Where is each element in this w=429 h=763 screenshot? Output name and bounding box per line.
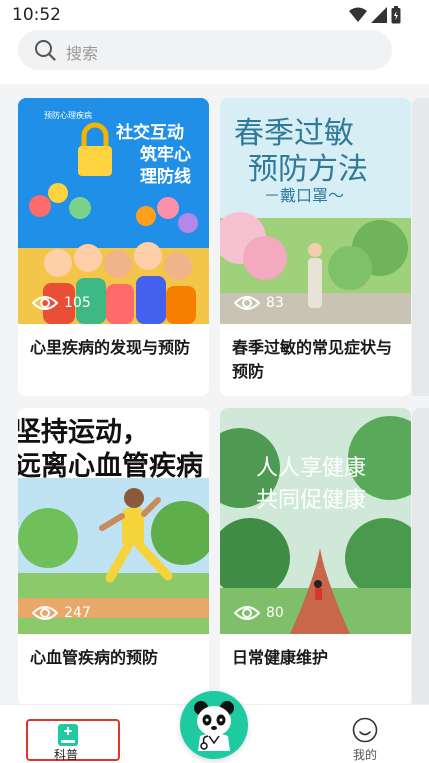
view-count-value: 83 [266, 295, 284, 311]
view-count-value: 105 [64, 295, 91, 311]
article-card[interactable]: 春季过敏 预防方法 －戴口罩～ 83 春季过敏的常见症状与预防 [220, 98, 411, 396]
nav-item-mine[interactable]: 我的 [348, 717, 382, 762]
battery-icon [391, 6, 401, 24]
search-area: 搜索 [0, 30, 429, 84]
search-placeholder: 搜索 [66, 44, 99, 63]
image-headline: 理防线 [140, 167, 191, 187]
view-count-value: 80 [266, 605, 284, 621]
edge-card-peek [412, 408, 429, 706]
image-headline: 远离心血管疾病 [18, 451, 203, 482]
article-title: 春季过敏的常见症状与预防 [232, 338, 393, 381]
panda-doctor-icon [194, 701, 234, 751]
eye-icon [234, 296, 260, 310]
article-image: 预防心理疾病 社交互动 筑牢心 理防线 105 [18, 98, 209, 324]
article-card[interactable]: 预防心理疾病 社交互动 筑牢心 理防线 105 心里疾病的发现与预防 [18, 98, 209, 396]
search-input[interactable]: 搜索 [18, 30, 392, 70]
image-headline: 共同促健康 [256, 488, 367, 513]
article-card[interactable]: 坚持运动， 远离心血管疾病 247 心血管疾病的预防 [18, 408, 209, 706]
status-bar: 10:52 [0, 0, 429, 30]
bottom-nav: 科普 我的 [0, 691, 429, 763]
search-icon [35, 40, 56, 61]
eye-icon [32, 606, 58, 620]
article-image: 人人享健康 共同促健康 80 [220, 408, 411, 634]
view-count: 247 [32, 604, 91, 622]
article-title: 心血管疾病的预防 [30, 648, 159, 667]
article-title: 心里疾病的发现与预防 [30, 338, 191, 357]
edge-card-peek [412, 98, 429, 396]
article-card[interactable]: 人人享健康 共同促健康 80 日常健康维护 [220, 408, 411, 706]
wifi-icon [349, 7, 367, 22]
image-logo-text: 预防心理疾病 [44, 111, 92, 120]
status-time: 10:52 [12, 5, 61, 25]
view-count-value: 247 [64, 605, 91, 621]
image-subtitle: －戴口罩～ [264, 186, 345, 205]
view-count: 80 [234, 604, 284, 622]
article-image: 春季过敏 预防方法 －戴口罩～ 83 [220, 98, 411, 324]
smiley-user-icon [352, 717, 378, 743]
image-headline: 人人享健康 [256, 456, 367, 481]
nav-item-science[interactable]: 科普 [26, 719, 120, 762]
nav-mine-label: 我的 [353, 748, 378, 762]
nav-science-label: 科普 [54, 748, 79, 762]
article-title: 日常健康维护 [232, 648, 329, 667]
article-grid: 预防心理疾病 社交互动 筑牢心 理防线 105 心里疾病的发现与预防 春季过敏 [0, 84, 429, 706]
eye-icon [234, 606, 260, 620]
status-icons [349, 6, 401, 24]
signal-icon [371, 7, 387, 23]
eye-icon [32, 296, 58, 310]
view-count: 83 [234, 294, 284, 312]
book-plus-icon [58, 724, 78, 746]
nav-center-mascot-button[interactable] [180, 691, 248, 759]
article-image: 坚持运动， 远离心血管疾病 247 [18, 408, 209, 634]
view-count: 105 [32, 294, 91, 312]
